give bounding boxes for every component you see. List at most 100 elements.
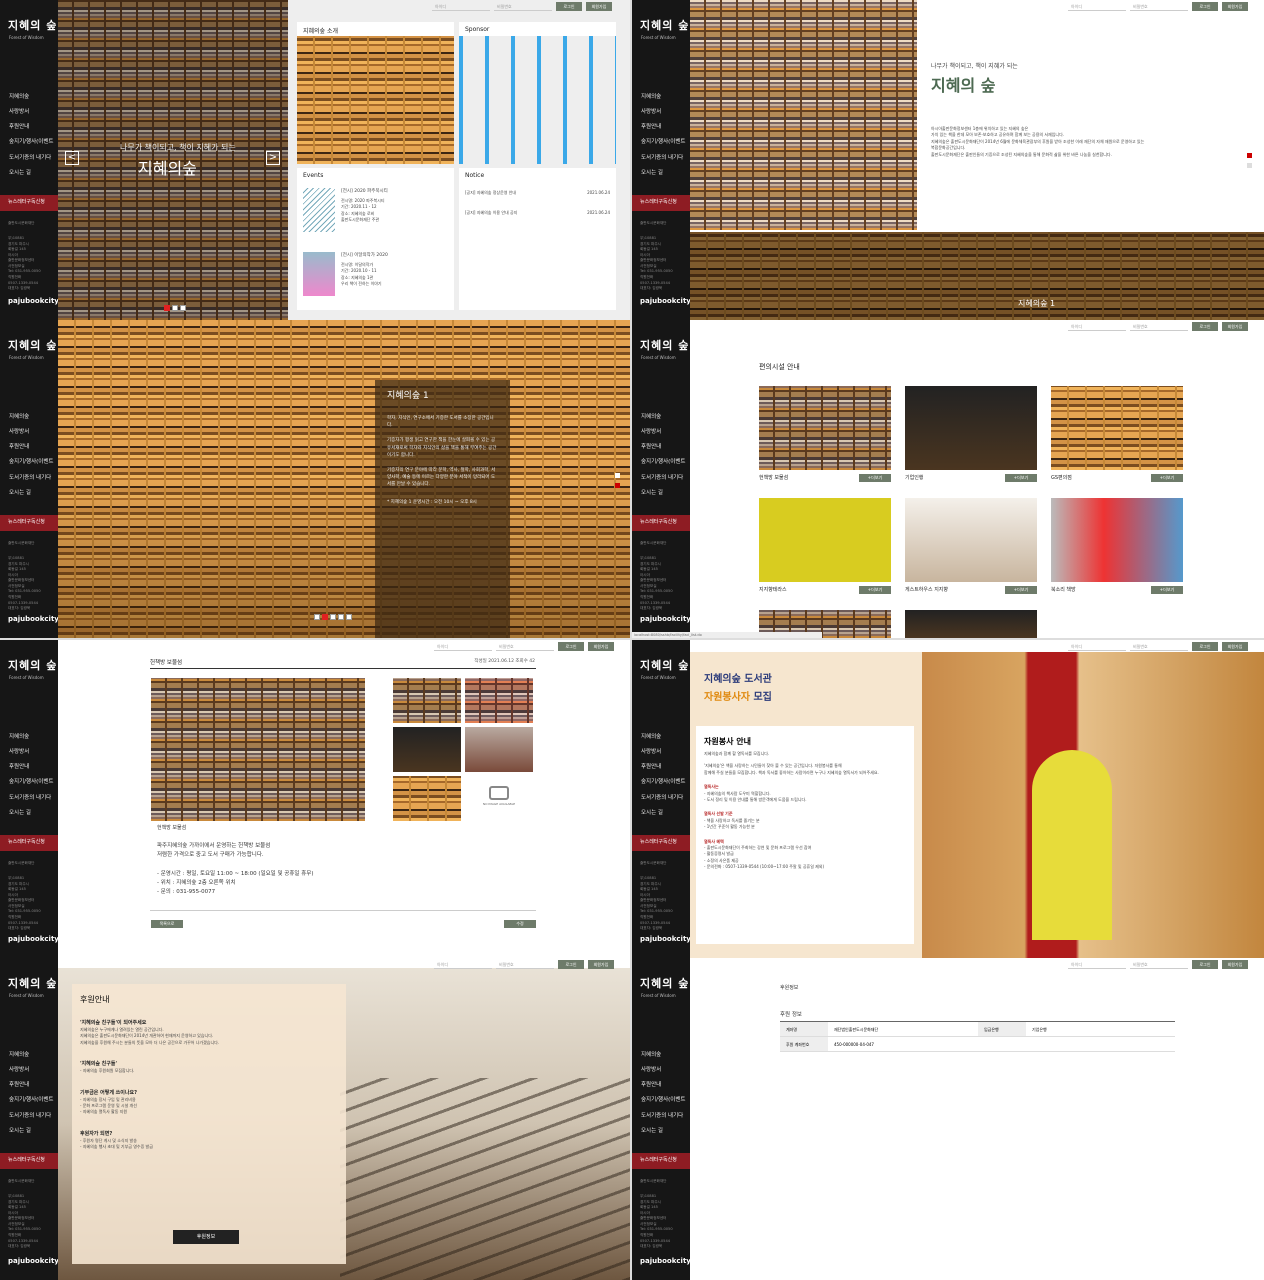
id-input[interactable]: 아이디	[1068, 642, 1126, 651]
sidebar-menu-item[interactable]: 도서기증의 내기다	[9, 474, 58, 482]
footer-logo[interactable]: pajubookcity	[8, 1256, 59, 1267]
pw-input[interactable]: 비밀번호	[1130, 960, 1188, 969]
sidebar-menu-item[interactable]: 오시는 길	[641, 169, 690, 177]
detail-thumb[interactable]	[465, 727, 533, 772]
join-button[interactable]: 회원가입	[588, 960, 614, 969]
sidebar-menu-item[interactable]: 오시는 길	[9, 489, 58, 497]
site-logo[interactable]: 지혜의 숲	[640, 658, 690, 675]
sidebar-menu-item[interactable]: 오시는 길	[641, 1127, 690, 1135]
donation-info-button[interactable]: 후원정보	[173, 1230, 239, 1244]
no-image-thumb[interactable]: NO IMAGE AVAILABLE	[465, 776, 533, 821]
site-logo[interactable]: 지혜의 숲	[8, 18, 58, 35]
page-indicator[interactable]	[615, 473, 620, 478]
sidebar-menu-item[interactable]: 지혜의숲	[9, 413, 58, 421]
sidebar-menu-item[interactable]: 숲지기/행사(이벤트	[9, 138, 58, 146]
sidebar-menu-item[interactable]: 숲지기/행사(이벤트	[641, 138, 690, 146]
join-button[interactable]: 회원가입	[1222, 322, 1248, 331]
sidebar-menu-item[interactable]: 후원안내	[9, 123, 58, 131]
sidebar-menu-item[interactable]: 오시는 길	[9, 809, 58, 817]
login-button[interactable]: 로그인	[1192, 642, 1218, 651]
footer-logo[interactable]: pajubookcity	[8, 614, 59, 625]
footer-logo[interactable]: pajubookcity	[640, 1256, 691, 1267]
pw-input[interactable]: 비밀번호	[496, 960, 554, 969]
site-logo[interactable]: 지혜의 숲	[640, 18, 690, 35]
edit-button[interactable]: 수정	[504, 920, 536, 928]
facility-more-button[interactable]: +더보기	[1005, 586, 1037, 594]
sidebar-menu-item[interactable]: 사랑방서	[641, 108, 690, 116]
facility-more-button[interactable]: +더보기	[1005, 474, 1037, 482]
page-indicator[interactable]	[615, 483, 620, 488]
intro-card[interactable]: 지혜의숲 소개	[297, 22, 454, 164]
newsletter-button[interactable]: 뉴스레터구독신청	[0, 835, 58, 851]
sidebar-menu-item[interactable]: 오시는 길	[9, 169, 58, 177]
newsletter-button[interactable]: 뉴스레터구독신청	[632, 1153, 690, 1169]
login-button[interactable]: 로그인	[558, 960, 584, 969]
sidebar-menu-item[interactable]: 후원안내	[641, 123, 690, 131]
newsletter-button[interactable]: 뉴스레터구독신청	[0, 515, 58, 531]
facility-image[interactable]	[759, 498, 891, 582]
id-input[interactable]: 아이디	[1068, 2, 1126, 11]
forest1-banner[interactable]	[690, 232, 1264, 320]
sidebar-menu-item[interactable]: 숲지기/행사(이벤트	[641, 778, 690, 786]
sidebar-menu-item[interactable]: 지혜의숲	[641, 1051, 690, 1059]
join-button[interactable]: 회원가입	[1222, 642, 1248, 651]
sidebar-menu-item[interactable]: 숲지기/행사(이벤트	[641, 1096, 690, 1104]
sidebar-menu-item[interactable]: 지혜의숲	[9, 733, 58, 741]
notice-item[interactable]: [공지] 지혜의숲 이용 안내 공지	[465, 210, 517, 216]
pw-input[interactable]: 비밀번호	[496, 642, 554, 651]
hero-next-button[interactable]: >	[266, 151, 280, 165]
hero-pager[interactable]	[164, 296, 188, 315]
pw-input[interactable]: 비밀번호	[1130, 322, 1188, 331]
join-button[interactable]: 회원가입	[1222, 960, 1248, 969]
footer-logo[interactable]: pajubookcity	[640, 614, 691, 625]
event-title[interactable]: [전시] 이달의작가 2020	[341, 252, 388, 259]
sidebar-menu-item[interactable]: 숲지기/행사(이벤트	[641, 458, 690, 466]
id-input[interactable]: 아이디	[432, 2, 490, 11]
footer-logo[interactable]: pajubookcity	[640, 934, 691, 945]
sidebar-menu-item[interactable]: 지혜의숲	[9, 93, 58, 101]
join-button[interactable]: 회원가입	[586, 2, 612, 11]
facility-more-button[interactable]: +더보기	[1151, 474, 1183, 482]
sidebar-menu-item[interactable]: 지혜의숲	[641, 413, 690, 421]
newsletter-button[interactable]: 뉴스레터구독신청	[0, 195, 58, 211]
page-indicator[interactable]	[1247, 163, 1252, 168]
sidebar-menu-item[interactable]: 오시는 길	[9, 1127, 58, 1135]
id-input[interactable]: 아이디	[434, 642, 492, 651]
login-button[interactable]: 로그인	[1192, 2, 1218, 11]
footer-logo[interactable]: pajubookcity	[8, 296, 59, 307]
site-logo[interactable]: 지혜의 숲	[640, 338, 690, 355]
login-button[interactable]: 로그인	[556, 2, 582, 11]
sidebar-menu-item[interactable]: 지혜의숲	[641, 733, 690, 741]
site-logo[interactable]: 지혜의 숲	[8, 976, 58, 993]
sidebar-menu-item[interactable]: 지혜의숲	[641, 93, 690, 101]
pw-input[interactable]: 비밀번호	[1130, 2, 1188, 11]
pw-input[interactable]: 비밀번호	[494, 2, 552, 11]
sidebar-menu-item[interactable]: 사랑방서	[641, 1066, 690, 1074]
detail-thumb[interactable]	[393, 776, 461, 821]
footer-logo[interactable]: pajubookcity	[640, 296, 691, 307]
event-title[interactable]: [전시] 2020 파주북시티	[341, 188, 388, 195]
detail-thumb[interactable]	[393, 727, 461, 772]
newsletter-button[interactable]: 뉴스레터구독신청	[0, 1153, 58, 1169]
login-button[interactable]: 로그인	[1192, 960, 1218, 969]
site-logo[interactable]: 지혜의 숲	[640, 976, 690, 993]
slide-pager[interactable]	[314, 605, 354, 624]
facility-image[interactable]	[905, 610, 1037, 638]
sidebar-menu-item[interactable]: 도서기증의 내기다	[9, 794, 58, 802]
sidebar-menu-item[interactable]: 후원안내	[9, 443, 58, 451]
facility-image[interactable]	[1051, 498, 1183, 582]
facility-image[interactable]	[905, 498, 1037, 582]
sidebar-menu-item[interactable]: 사랑방서	[9, 428, 58, 436]
facility-more-button[interactable]: +더보기	[1151, 586, 1183, 594]
sidebar-menu-item[interactable]: 사랑방서	[9, 108, 58, 116]
facility-more-button[interactable]: +더보기	[859, 474, 891, 482]
sidebar-menu-item[interactable]: 도서기증의 내기다	[641, 474, 690, 482]
pw-input[interactable]: 비밀번호	[1130, 642, 1188, 651]
sidebar-menu-item[interactable]: 숲지기/행사(이벤트	[9, 458, 58, 466]
sidebar-menu-item[interactable]: 후원안내	[9, 763, 58, 771]
event-thumb[interactable]	[303, 188, 335, 232]
sidebar-menu-item[interactable]: 후원안내	[641, 1081, 690, 1089]
sidebar-menu-item[interactable]: 도서기증의 내기다	[641, 1112, 690, 1120]
sidebar-menu-item[interactable]: 오시는 길	[641, 489, 690, 497]
back-to-list-button[interactable]: 목록으로	[151, 920, 183, 928]
